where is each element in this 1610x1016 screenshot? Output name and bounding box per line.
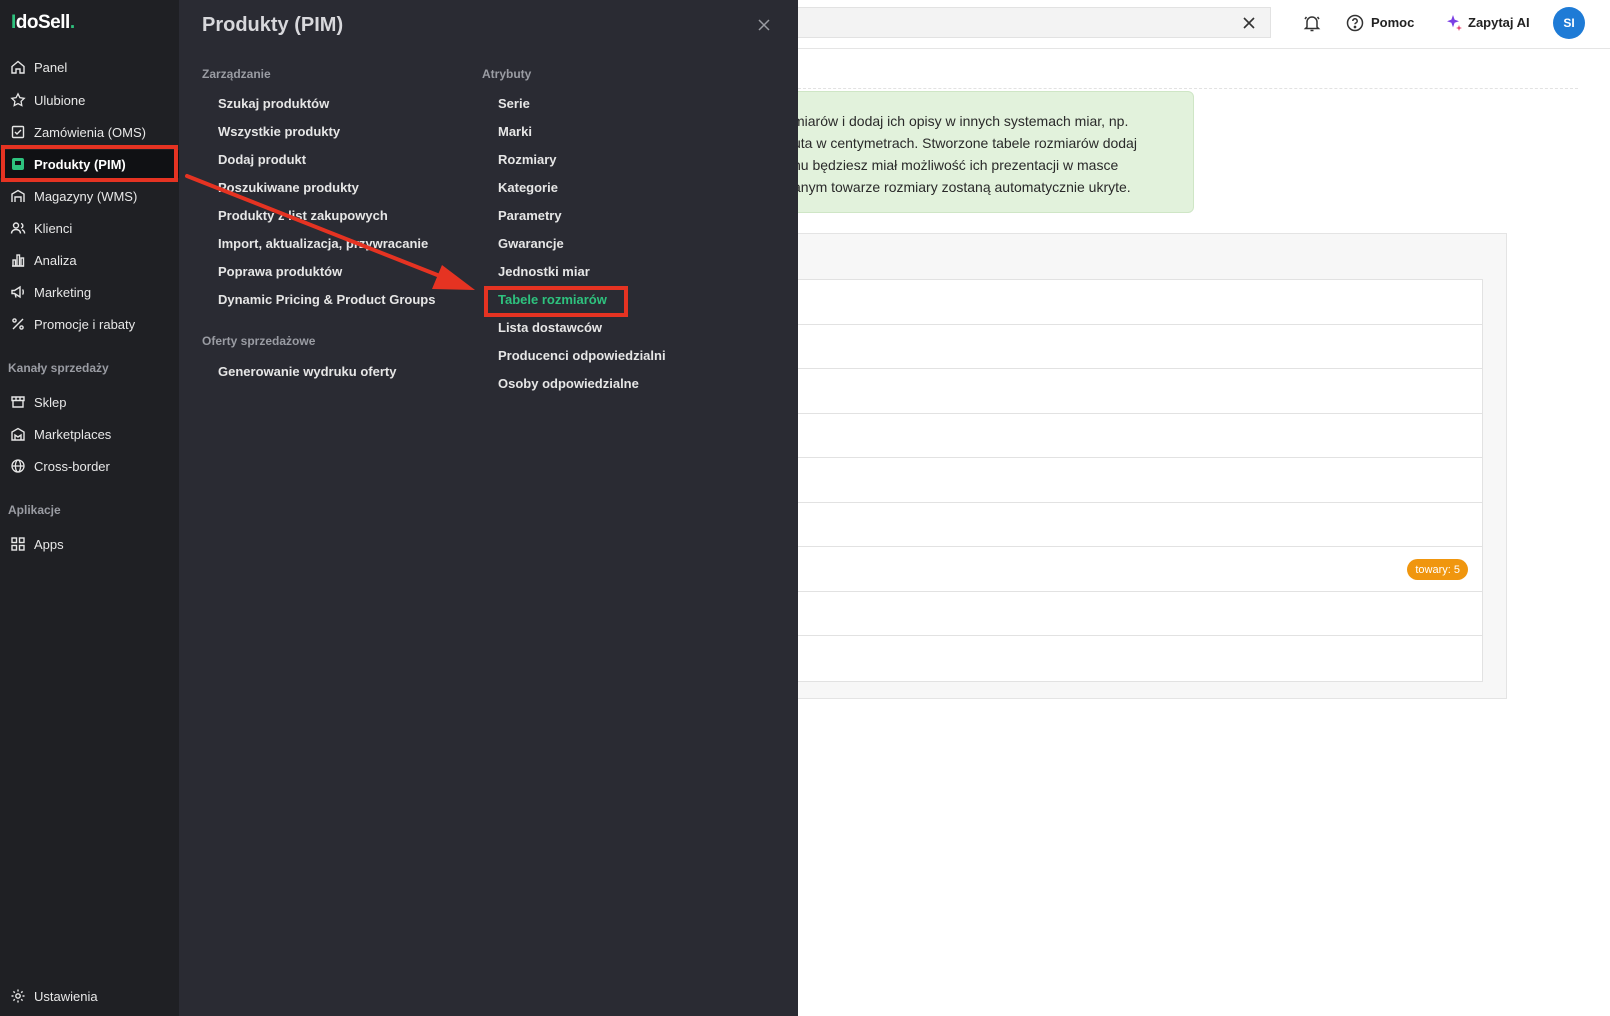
menu-link-kategorie[interactable]: Kategorie [498,180,558,195]
info-line: anym towarze rozmiary zostaną automatycz… [793,179,1131,195]
table-row[interactable] [781,503,1482,547]
menu-link-rozmiary[interactable]: Rozmiary [498,152,557,167]
users-icon [10,222,26,234]
section-kanaly-sprzedazy: Kanały sprzedaży [8,361,109,375]
info-line: miarów i dodaj ich opisy w innych system… [793,113,1129,129]
ask-ai-button[interactable]: Zapytaj AI [1468,15,1530,30]
menu-link-generowanie-wydruku[interactable]: Generowanie wydruku oferty [218,364,396,379]
marketplace-icon [11,427,25,441]
sidebar-item-label: Apps [34,536,64,552]
checklist-icon [11,125,25,139]
sidebar-item-label: Klienci [34,220,73,236]
idosell-logo[interactable]: IdoSell. [11,12,75,34]
sidebar-item-label: Panel [34,59,68,75]
menu-link-parametry[interactable]: Parametry [498,208,562,223]
sidebar-item-panel[interactable]: Panel [0,53,179,81]
info-box: miarów i dodaj ich opisy w innych system… [780,91,1194,213]
flyout-title: Produkty (PIM) [202,14,344,36]
menu-link-marki[interactable]: Marki [498,124,532,139]
logo-part-3: Sell [38,12,70,33]
menu-link-serie[interactable]: Serie [498,96,530,111]
sidebar-item-marketing[interactable]: Marketing [0,278,179,306]
menu-link-dodaj-produkt[interactable]: Dodaj produkt [218,152,306,167]
ai-sparkle-icon[interactable] [1444,13,1464,33]
table-row[interactable] [781,636,1482,681]
menu-link-lista-dostawcow[interactable]: Lista dostawców [498,320,602,335]
menu-link-gwarancje[interactable]: Gwarancje [498,236,564,251]
info-line: nu będziesz miał możliwość ich prezentac… [793,157,1119,173]
sidebar-item-marketplaces[interactable]: Marketplaces [0,420,179,448]
size-tables-list: towary: 5 [780,279,1483,682]
clear-search-icon[interactable] [1241,15,1257,31]
menu-link-import[interactable]: Import, aktualizacja, przywracanie [218,236,428,251]
table-row[interactable] [781,369,1482,414]
sidebar-item-label: Marketing [34,284,92,300]
menu-link-poprawa-produktow[interactable]: Poprawa produktów [218,264,342,279]
highlight-tabele-rozmiarow [484,286,628,317]
menu-link-produkty-z-list[interactable]: Produkty z list zakupowych [218,208,388,223]
star-icon [10,92,26,107]
menu-link-wszystkie-produkty[interactable]: Wszystkie produkty [218,124,340,139]
sidebar-item-label: Analiza [34,252,77,268]
highlight-produkty [1,145,178,182]
management-heading: Zarządzanie [202,67,271,81]
sidebar-item-sklep[interactable]: Sklep [0,388,179,416]
menu-link-osoby-odpowiedzialne[interactable]: Osoby odpowiedzialne [498,376,639,391]
menu-link-producenci[interactable]: Producenci odpowiedzialni [498,348,666,363]
sidebar-item-zamowienia[interactable]: Zamówienia (OMS) [0,118,179,146]
sidebar-item-label: Magazyny (WMS) [34,188,138,204]
products-count-badge: towary: 5 [1407,559,1468,580]
logo-dot: . [69,12,75,33]
menu-link-szukaj-produktow[interactable]: Szukaj produktów [218,96,329,111]
sidebar-item-label: Promocje i rabaty [34,316,136,332]
apps-grid-icon [11,537,25,551]
sidebar-item-label: Sklep [34,394,67,410]
menu-link-dynamic-pricing[interactable]: Dynamic Pricing & Product Groups [218,292,435,307]
sidebar-item-label: Zamówienia (OMS) [34,124,146,140]
chart-icon [12,254,25,267]
warehouse-icon [11,189,25,202]
store-icon [11,396,25,408]
table-row[interactable]: towary: 5 [781,547,1482,592]
table-row[interactable] [781,592,1482,636]
attributes-heading: Atrybuty [482,67,532,81]
sidebar-item-promocje[interactable]: Promocje i rabaty [0,310,179,338]
globe-icon [11,459,25,473]
sidebar-item-ustawienia[interactable]: Ustawienia [0,982,179,1010]
sidebar-item-magazyny[interactable]: Magazyny (WMS) [0,182,179,210]
sidebar-item-ulubione[interactable]: Ulubione [0,86,179,114]
topbar: Pomoc Zapytaj AI SI [798,0,1610,49]
sidebar-item-label: Marketplaces [34,426,112,442]
table-row[interactable] [781,458,1482,503]
user-avatar[interactable]: SI [1553,7,1585,39]
menu-link-poszukiwane-produkty[interactable]: Poszukiwane produkty [218,180,359,195]
menu-link-jednostki-miar[interactable]: Jednostki miar [498,264,590,279]
sidebar-item-klienci[interactable]: Klienci [0,214,179,242]
help-icon[interactable] [1345,13,1365,33]
sidebar-item-analiza[interactable]: Analiza [0,246,179,274]
megaphone-icon [11,285,24,299]
table-row[interactable] [781,414,1482,458]
offers-heading: Oferty sprzedażowe [202,334,316,348]
table-row[interactable] [781,280,1482,325]
section-aplikacje: Aplikacje [8,503,61,517]
products-flyout-menu: Produkty (PIM) Zarządzanie Szukaj produk… [179,0,798,1016]
percent-icon [12,318,24,330]
table-row[interactable] [781,325,1482,369]
notification-bell-icon[interactable] [1302,13,1322,33]
search-input[interactable] [806,13,1226,33]
close-icon[interactable] [755,16,773,34]
home-icon [11,60,25,74]
sidebar-item-cross-border[interactable]: Cross-border [0,452,179,480]
help-button[interactable]: Pomoc [1371,15,1414,30]
info-line: uta w centymetrach. Stworzone tabele roz… [793,135,1137,151]
logo-part-2: do [15,12,39,33]
search-box [798,7,1271,38]
sidebar-item-label: Ulubione [34,92,86,108]
gear-icon [11,989,25,1003]
sidebar-item-label: Ustawienia [34,988,98,1004]
sidebar-item-label: Cross-border [34,458,110,474]
sidebar-item-apps[interactable]: Apps [0,530,179,558]
content-divider [798,88,1578,89]
